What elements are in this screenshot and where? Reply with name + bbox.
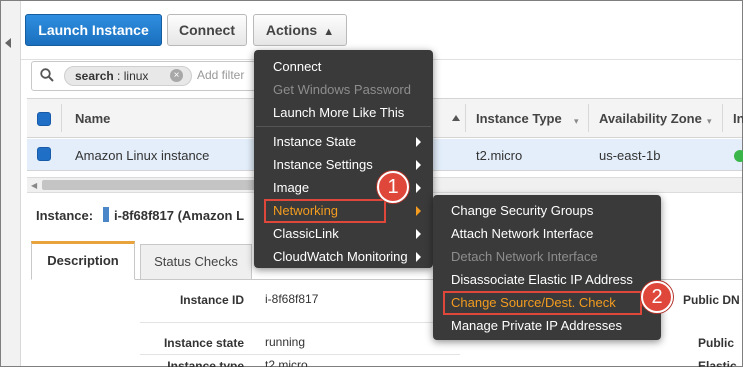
detail-label-instance-id: Instance ID: [179, 293, 244, 307]
scroll-left-icon[interactable]: ◀: [31, 181, 37, 190]
tab-status-checks[interactable]: Status Checks: [140, 244, 252, 279]
cell-availability-zone: us-east-1b: [599, 148, 661, 163]
detail-label-public-dns: Public DN: [683, 293, 740, 307]
menu-item-connect[interactable]: Connect: [273, 59, 321, 74]
detail-divider: [140, 354, 460, 355]
detail-value-instance-state: running: [265, 335, 306, 349]
menu-item-launch-more-like-this[interactable]: Launch More Like This: [273, 105, 404, 120]
search-icon: [40, 68, 54, 82]
selected-instance-id: i-8f68f817 (Amazon L: [114, 208, 245, 223]
column-divider: [722, 104, 723, 132]
row-checkbox[interactable]: [37, 147, 51, 161]
submenu-item-disassociate-elastic-ip[interactable]: Disassociate Elastic IP Address: [451, 272, 633, 287]
column-header-name[interactable]: Name: [75, 111, 110, 126]
menu-item-image[interactable]: Image: [273, 180, 309, 195]
column-divider: [61, 104, 62, 132]
submenu-item-attach-network-interface[interactable]: Attach Network Interface: [451, 226, 593, 241]
side-panel-gutter[interactable]: [1, 1, 21, 366]
callout-badge-1: 1: [377, 171, 409, 203]
tab-description[interactable]: Description: [31, 241, 135, 280]
remove-filter-icon[interactable]: ×: [170, 69, 183, 82]
chevron-up-icon: ▲: [323, 26, 335, 38]
menu-separator: [256, 126, 431, 127]
callout-badge-2: 2: [641, 281, 673, 313]
detail-value-instance-id: i-8f68f817: [265, 292, 319, 306]
select-all-checkbox[interactable]: [37, 112, 51, 126]
filter-token-separator: :: [117, 69, 121, 83]
instance-color-marker: [103, 207, 109, 222]
submenu-arrow-icon: [416, 137, 421, 147]
menu-item-get-windows-password: Get Windows Password: [273, 82, 411, 97]
column-divider: [588, 104, 589, 132]
column-menu-icon[interactable]: ▾: [707, 116, 712, 127]
detail-label-instance-type: Instance type: [167, 359, 244, 367]
networking-highlight-box: [264, 199, 386, 223]
instance-label: Instance:: [36, 208, 94, 223]
submenu-arrow-icon: [416, 252, 421, 262]
menu-item-classiclink[interactable]: ClassicLink: [273, 226, 339, 241]
menu-item-cloudwatch-monitoring[interactable]: CloudWatch Monitoring: [273, 249, 408, 264]
filter-token-value: linux: [123, 69, 149, 83]
menu-item-instance-state[interactable]: Instance State: [273, 134, 356, 149]
connect-button[interactable]: Connect: [167, 14, 247, 46]
sort-ascending-icon[interactable]: [452, 115, 460, 121]
launch-instance-button[interactable]: Launch Instance: [25, 14, 162, 46]
cell-name: Amazon Linux instance: [75, 148, 210, 163]
submenu-arrow-icon: [416, 160, 421, 170]
column-menu-icon[interactable]: ▾: [574, 116, 579, 127]
actions-button[interactable]: Actions ▲: [253, 14, 347, 46]
submenu-arrow-icon: [416, 183, 421, 193]
running-status-icon: [734, 150, 743, 162]
menu-item-instance-settings[interactable]: Instance Settings: [273, 157, 373, 172]
detail-label-elastic-ip: Elastic: [698, 359, 737, 367]
submenu-item-change-security-groups[interactable]: Change Security Groups: [451, 203, 593, 218]
detail-value-instance-type: t2.micro: [265, 358, 308, 367]
detail-divider: [140, 322, 460, 323]
actions-button-label: Actions: [265, 22, 318, 38]
column-header-availability-zone[interactable]: Availability Zone: [599, 111, 702, 126]
collapse-panel-icon[interactable]: [5, 38, 11, 48]
column-divider: [465, 104, 466, 132]
add-filter-placeholder[interactable]: Add filter: [197, 68, 244, 82]
cell-instance-type: t2.micro: [476, 148, 523, 163]
submenu-item-detach-network-interface: Detach Network Interface: [451, 249, 598, 264]
filter-token-key: search: [75, 69, 114, 83]
submenu-item-manage-private-ip[interactable]: Manage Private IP Addresses: [451, 318, 622, 333]
detail-label-public-ip: Public: [698, 336, 735, 350]
submenu-arrow-icon: [416, 229, 421, 239]
detail-label-instance-state: Instance state: [163, 336, 244, 350]
column-header-instance-state[interactable]: In: [733, 111, 743, 126]
source-dest-highlight-box: [443, 291, 642, 315]
submenu-arrow-icon: [416, 206, 421, 216]
column-header-instance-type[interactable]: Instance Type: [476, 111, 562, 126]
